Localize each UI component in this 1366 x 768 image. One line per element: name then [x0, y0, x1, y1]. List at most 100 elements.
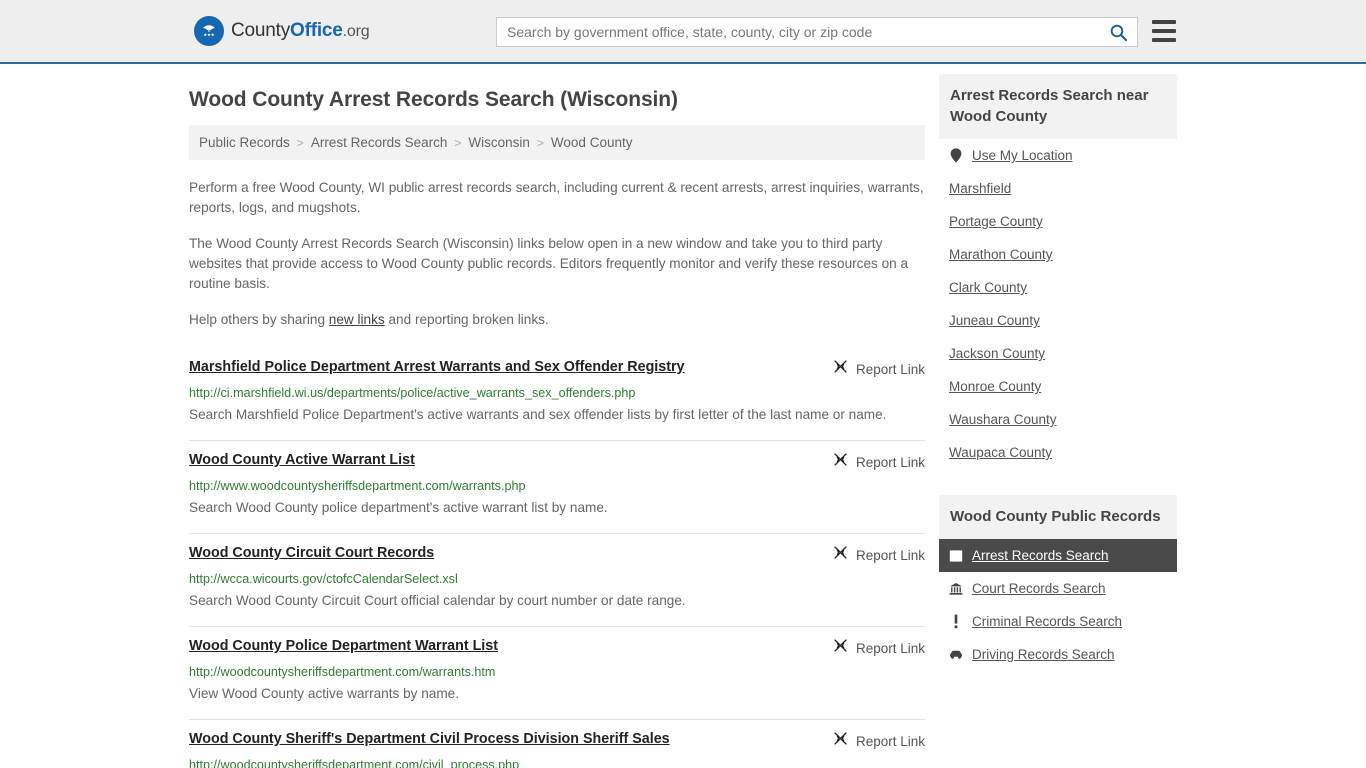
sidebar-near-item[interactable]: Marshfield: [939, 172, 1177, 205]
search-icon: [1110, 24, 1127, 41]
sidebar-near-item-label[interactable]: Marathon County: [949, 247, 1053, 262]
sidebar: Arrest Records Search near Wood County U…: [939, 64, 1177, 768]
breadcrumb-separator: >: [296, 135, 304, 150]
handcuffs-icon: [949, 549, 963, 563]
result-url[interactable]: http://www.woodcountysheriffsdepartment.…: [189, 478, 925, 494]
result-url[interactable]: http://wcca.wicourts.gov/ctofcCalendarSe…: [189, 571, 925, 587]
sidebar-records-item-label[interactable]: Driving Records Search: [972, 647, 1115, 662]
result-title-link[interactable]: Wood County Police Department Warrant Li…: [189, 637, 498, 656]
sidebar-records-item[interactable]: Driving Records Search: [939, 638, 1177, 671]
breadcrumb-item-arrest-records-search[interactable]: Arrest Records Search: [311, 135, 448, 150]
brand-wordmark: CountyOffice.org: [231, 20, 370, 42]
site-header: CountyOffice.org: [0, 0, 1366, 64]
result-description: Search Wood County police department's a…: [189, 500, 608, 515]
report-link-button[interactable]: Report Link: [833, 544, 925, 565]
sidebar-near-item-label[interactable]: Marshfield: [949, 181, 1011, 196]
sidebar-records-item-label[interactable]: Criminal Records Search: [972, 614, 1122, 629]
sidebar-near-item-label[interactable]: Portage County: [949, 214, 1043, 229]
sidebar-records-item-label[interactable]: Court Records Search: [972, 581, 1106, 596]
page-title: Wood County Arrest Records Search (Wisco…: [189, 88, 678, 111]
result-description: View Wood County active warrants by name…: [189, 686, 459, 701]
courthouse-icon: [949, 582, 963, 596]
result-header-row: Wood County Circuit Court Records Report …: [189, 544, 925, 565]
eagle-stars-logo-icon: [194, 16, 224, 46]
result-header-row: Wood County Police Department Warrant Li…: [189, 637, 925, 658]
breadcrumb-separator: >: [454, 135, 462, 150]
report-link-label: Report Link: [855, 547, 925, 563]
site-logo-link[interactable]: CountyOffice.org: [194, 16, 370, 46]
result-header-row: Marshfield Police Department Arrest Warr…: [189, 358, 925, 379]
sidebar-near-panel: Arrest Records Search near Wood County U…: [939, 74, 1177, 469]
sidebar-near-list: Use My Location Marshfield Portage County M…: [939, 139, 1177, 469]
report-link-button[interactable]: Report Link: [833, 730, 925, 751]
report-link-label: Report Link: [855, 454, 925, 470]
sidebar-near-item[interactable]: Use My Location: [939, 139, 1177, 172]
sidebar-near-item-label[interactable]: Waupaca County: [949, 445, 1052, 460]
sidebar-records-item[interactable]: Court Records Search: [939, 572, 1177, 605]
intro-paragraph-3: Help others by sharing new links and rep…: [189, 310, 925, 330]
results-list: Marshfield Police Department Arrest Warr…: [189, 346, 925, 768]
map-pin-icon: [949, 148, 963, 163]
result-title-link[interactable]: Wood County Active Warrant List: [189, 451, 415, 470]
broken-link-icon: [833, 545, 848, 565]
new-links-link[interactable]: new links: [329, 312, 385, 327]
result-header-row: Wood County Sheriff's Department Civil P…: [189, 730, 925, 751]
search-button[interactable]: [1099, 18, 1137, 46]
search-bar[interactable]: [496, 17, 1138, 47]
sidebar-near-item[interactable]: Clark County: [939, 271, 1177, 304]
result-title-link[interactable]: Wood County Circuit Court Records: [189, 544, 434, 563]
broken-link-icon: [833, 638, 848, 658]
hamburger-bar: [1152, 38, 1176, 42]
result-header-row: Wood County Active Warrant List Report Li…: [189, 451, 925, 472]
sidebar-near-item-label[interactable]: Juneau County: [949, 313, 1040, 328]
sidebar-near-item[interactable]: Jackson County: [939, 337, 1177, 370]
report-link-button[interactable]: Report Link: [833, 451, 925, 472]
broken-link-icon: [833, 452, 848, 472]
brand-part-county: County: [231, 20, 291, 41]
result-description: Search Marshfield Police Department's ac…: [189, 407, 887, 422]
result-description: Search Wood County Circuit Court officia…: [189, 593, 686, 608]
result-title-link[interactable]: Wood County Sheriff's Department Civil P…: [189, 730, 670, 749]
sidebar-near-item[interactable]: Juneau County: [939, 304, 1177, 337]
sidebar-near-item[interactable]: Waupaca County: [939, 436, 1177, 469]
hamburger-menu-icon[interactable]: [1152, 20, 1176, 42]
sidebar-near-item-label[interactable]: Monroe County: [949, 379, 1041, 394]
report-link-label: Report Link: [855, 640, 925, 656]
result-url[interactable]: http://woodcountysheriffsdepartment.com/…: [189, 664, 925, 680]
sidebar-records-item[interactable]: Criminal Records Search: [939, 605, 1177, 638]
report-link-button[interactable]: Report Link: [833, 358, 925, 379]
intro-paragraph-2: The Wood County Arrest Records Search (W…: [189, 236, 909, 291]
sidebar-near-item[interactable]: Portage County: [939, 205, 1177, 238]
brand-part-org: .org: [342, 23, 370, 40]
broken-link-icon: [833, 731, 848, 751]
hamburger-bar: [1152, 29, 1176, 33]
breadcrumb-item-wisconsin[interactable]: Wisconsin: [468, 135, 530, 150]
sidebar-near-item[interactable]: Waushara County: [939, 403, 1177, 436]
result-title-link[interactable]: Marshfield Police Department Arrest Warr…: [189, 358, 685, 377]
result-item: Wood County Active Warrant List Report Li…: [189, 441, 925, 534]
search-input[interactable]: [497, 18, 1099, 46]
sidebar-records-item-label[interactable]: Arrest Records Search: [972, 548, 1109, 563]
breadcrumb-item-public-records[interactable]: Public Records: [199, 135, 290, 150]
sidebar-near-item-label[interactable]: Jackson County: [949, 346, 1045, 361]
sidebar-near-item-label[interactable]: Waushara County: [949, 412, 1057, 427]
result-item: Marshfield Police Department Arrest Warr…: [189, 346, 925, 441]
sidebar-near-item-label[interactable]: Clark County: [949, 280, 1027, 295]
breadcrumb-item-wood-county[interactable]: Wood County: [551, 135, 633, 150]
sidebar-near-item-label[interactable]: Use My Location: [972, 148, 1073, 163]
sidebar-records-list: Arrest Records Search Court Records Searc…: [939, 539, 1177, 671]
result-item: Wood County Police Department Warrant Li…: [189, 627, 925, 720]
brand-part-office: Office: [290, 20, 343, 41]
sidebar-records-panel: Wood County Public Records Arrest Record…: [939, 495, 1177, 671]
result-url[interactable]: http://ci.marshfield.wi.us/departments/p…: [189, 385, 925, 401]
exclamation-icon: [949, 614, 963, 629]
result-url[interactable]: http://woodcountysheriffsdepartment.com/…: [189, 757, 925, 768]
sidebar-near-item[interactable]: Monroe County: [939, 370, 1177, 403]
report-link-button[interactable]: Report Link: [833, 637, 925, 658]
result-item: Wood County Sheriff's Department Civil P…: [189, 720, 925, 768]
hamburger-bar: [1152, 20, 1176, 24]
sidebar-records-item[interactable]: Arrest Records Search: [939, 539, 1177, 572]
sidebar-near-item[interactable]: Marathon County: [939, 238, 1177, 271]
report-link-label: Report Link: [855, 361, 925, 377]
sidebar-near-panel-title: Arrest Records Search near Wood County: [939, 74, 1177, 139]
